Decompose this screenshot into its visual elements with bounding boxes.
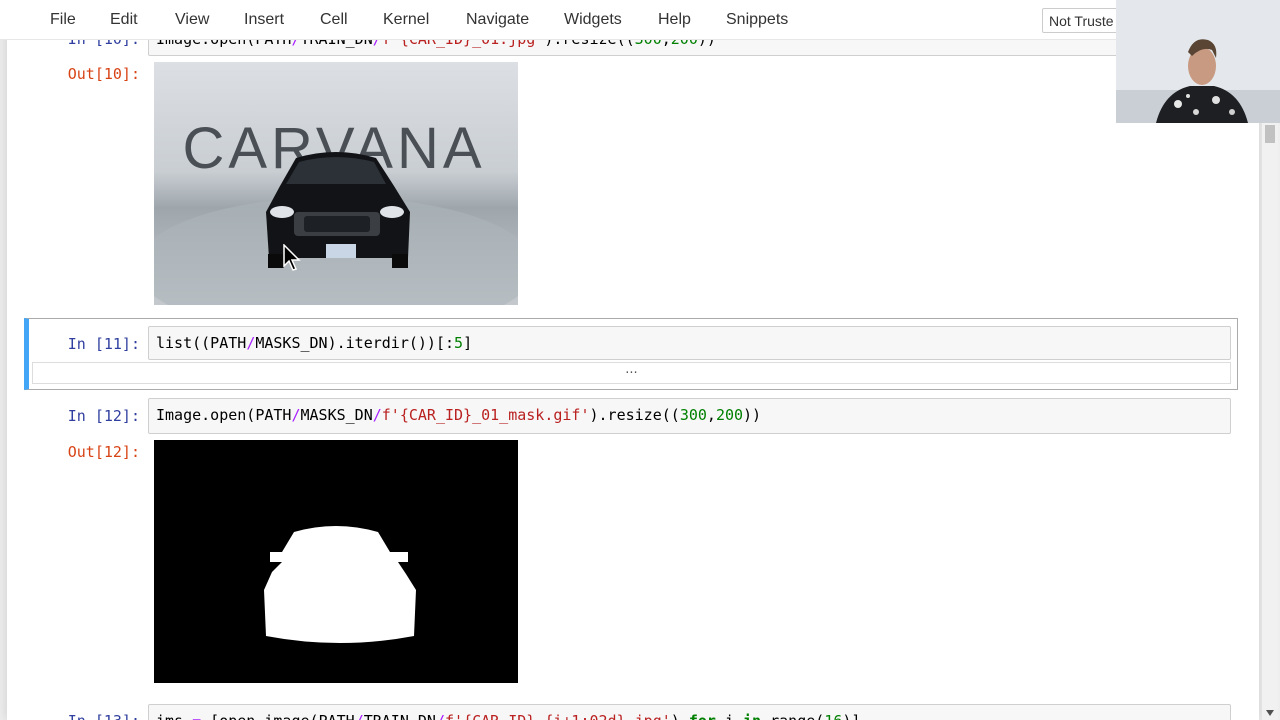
menu-kernel[interactable]: Kernel	[383, 11, 429, 29]
menu-cell[interactable]: Cell	[320, 11, 348, 29]
menu-navigate[interactable]: Navigate	[466, 11, 529, 29]
cell-11-collapsed-output[interactable]: ...	[32, 362, 1231, 384]
menu-view[interactable]: View	[175, 11, 209, 29]
menu-widgets[interactable]: Widgets	[564, 11, 622, 29]
menubar: File Edit View Insert Cell Kernel Naviga…	[0, 0, 1280, 40]
scroll-down-arrow-icon[interactable]	[1266, 710, 1274, 716]
menu-insert[interactable]: Insert	[244, 11, 284, 29]
cell-12-in-prompt: In [12]:	[67, 407, 140, 425]
cell-12-output-image	[154, 440, 518, 683]
cell-10-output-image: CARVANA	[154, 62, 518, 305]
presenter-video	[1116, 0, 1280, 123]
cell-11-input[interactable]: list((PATH/MASKS_DN).iterdir())[:5]	[148, 326, 1231, 360]
menu-help[interactable]: Help	[658, 11, 691, 29]
webcam-overlay	[1116, 0, 1280, 123]
scrollbar-thumb[interactable]	[1265, 125, 1275, 143]
notebook-area: In [10]: Image.open(PATH/TRAIN_DN/f'{CAR…	[0, 0, 1280, 720]
menu-edit[interactable]: Edit	[110, 11, 138, 29]
menu-snippets[interactable]: Snippets	[726, 11, 788, 29]
mouse-cursor-icon	[283, 244, 301, 271]
car-photo: CARVANA	[154, 62, 518, 305]
vertical-scrollbar[interactable]	[1262, 123, 1278, 720]
cell-12-out-prompt: Out[12]:	[67, 443, 140, 461]
cell-11-in-prompt: In [11]:	[67, 335, 140, 353]
menu-file[interactable]: File	[50, 11, 76, 29]
cell-10-out-prompt: Out[10]:	[67, 65, 140, 83]
cell-13-input[interactable]: ims = [open_image(PATH/TRAIN_DN/f'{CAR_I…	[148, 704, 1231, 720]
cell-12-input[interactable]: Image.open(PATH/MASKS_DN/f'{CAR_ID}_01_m…	[148, 398, 1231, 434]
car-mask-image	[154, 440, 518, 683]
cell-13-in-prompt: In [13]:	[20, 712, 140, 720]
